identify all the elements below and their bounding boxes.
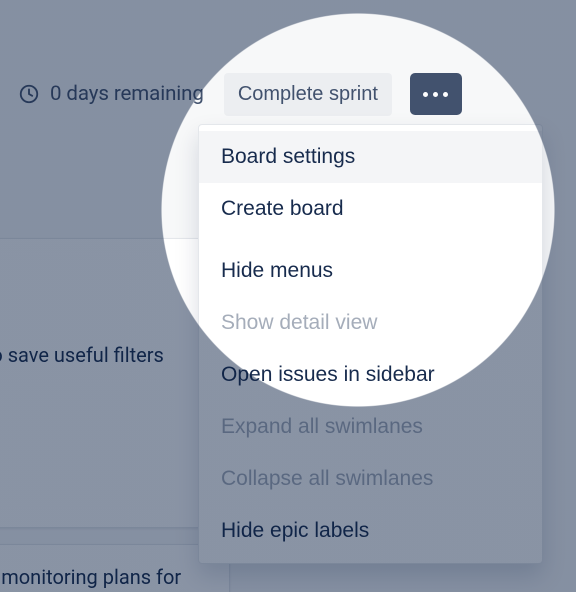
menu-item-hide-epic-labels[interactable]: Hide epic labels (199, 505, 542, 557)
menu-item-board-settings[interactable]: Board settings (199, 131, 542, 183)
topbar: 0 days remaining Complete sprint (0, 68, 576, 120)
menu-item-create-board[interactable]: Create board (199, 183, 542, 235)
menu-gap (199, 235, 542, 245)
menu-item-collapse-all-swimlanes: Collapse all swimlanes (199, 453, 542, 505)
dot-icon (433, 92, 438, 97)
more-actions-menu: Board settings Create board Hide menus S… (198, 124, 543, 564)
menu-item-hide-menus[interactable]: Hide menus (199, 245, 542, 297)
complete-sprint-button[interactable]: Complete sprint (224, 73, 392, 116)
card-text: to save useful filters (0, 343, 215, 367)
menu-item-expand-all-swimlanes: Expand all swimlanes (199, 401, 542, 453)
board-card: d monitoring plans for (0, 544, 230, 592)
dot-icon (423, 92, 428, 97)
clock-icon (18, 83, 40, 105)
stage: 0 days remaining Complete sprint to save… (0, 0, 576, 592)
more-actions-button[interactable] (410, 73, 462, 115)
board-card: to save useful filters (0, 238, 230, 528)
menu-item-show-detail-view: Show detail view (199, 297, 542, 349)
dot-icon (443, 92, 448, 97)
card-text: d monitoring plans for (0, 565, 215, 589)
days-remaining-text: 0 days remaining (50, 82, 204, 106)
menu-item-open-issues-in-sidebar[interactable]: Open issues in sidebar (199, 349, 542, 401)
